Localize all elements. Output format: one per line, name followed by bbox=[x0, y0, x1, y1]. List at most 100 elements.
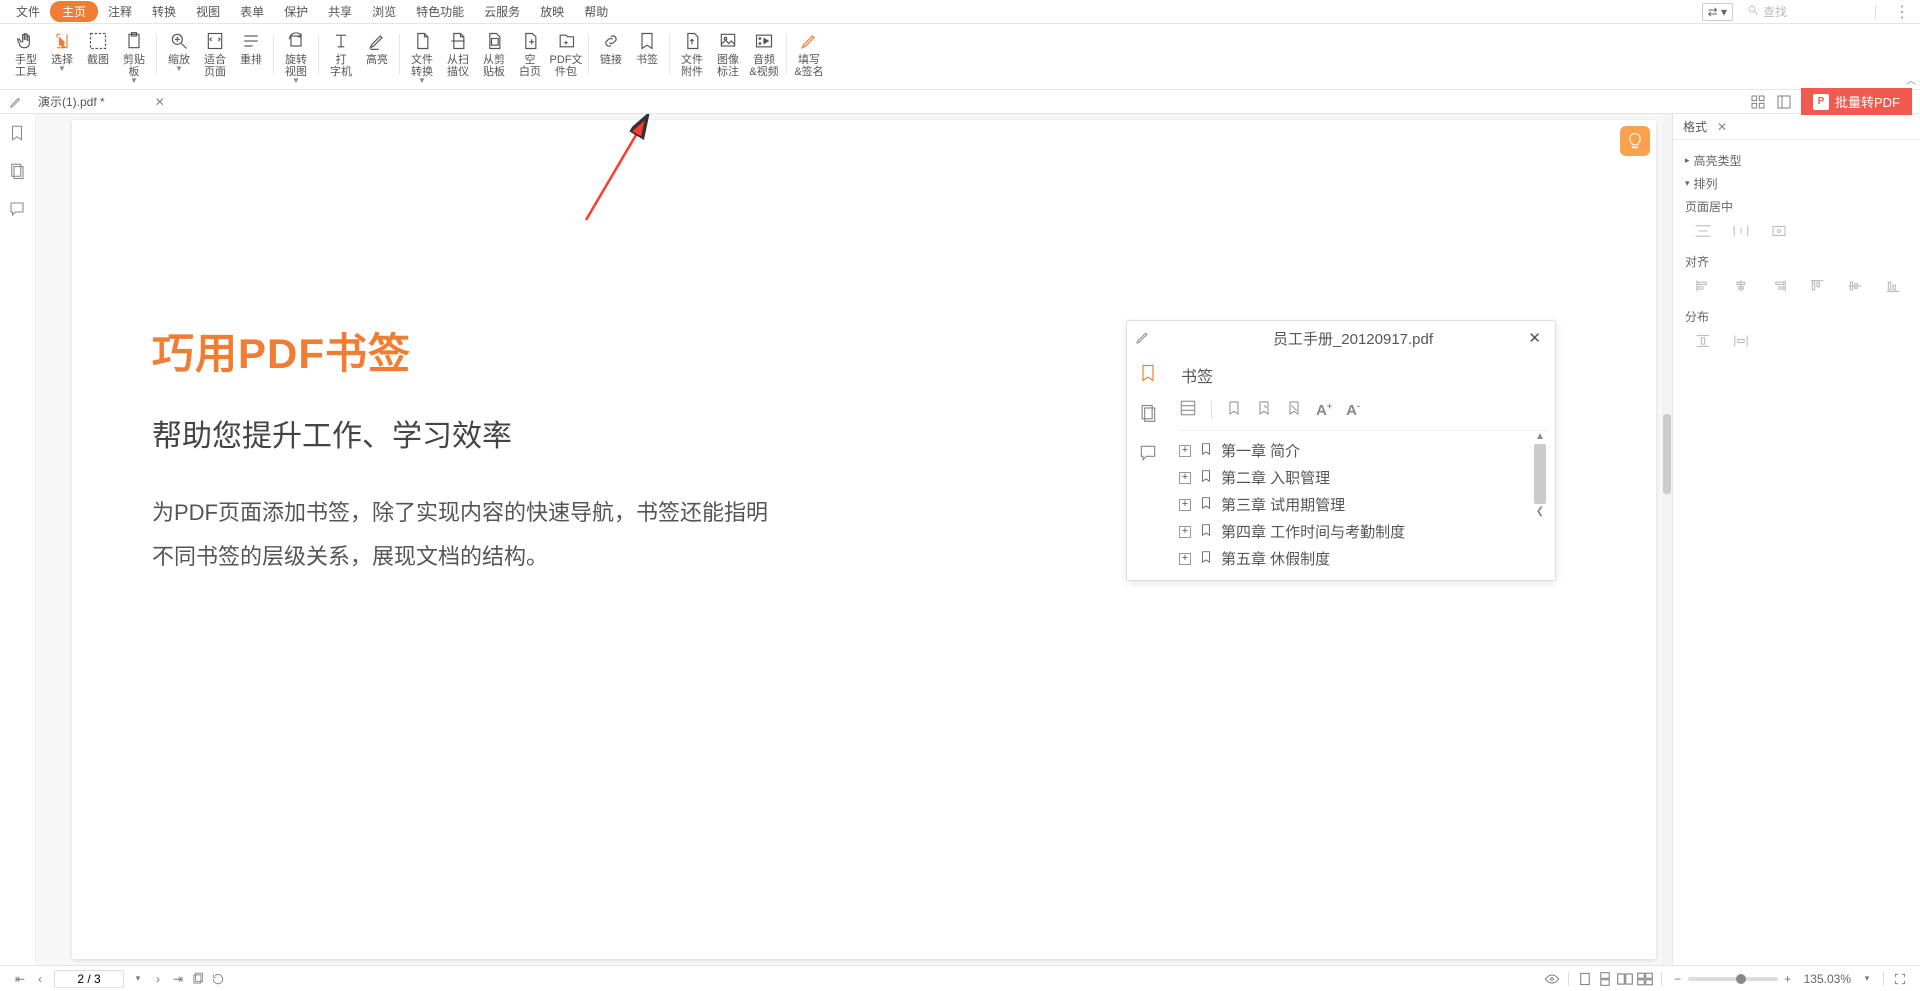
zoom-dropdown-icon[interactable]: ▾ bbox=[1857, 969, 1877, 989]
help-bulb-icon[interactable] bbox=[1620, 126, 1650, 156]
grid-view-icon[interactable] bbox=[1749, 93, 1767, 111]
menu-slideshow[interactable]: 放映 bbox=[530, 0, 574, 23]
reflow-icon bbox=[240, 30, 262, 52]
menu-cloud[interactable]: 云服务 bbox=[474, 0, 530, 23]
ribbon-collapse-icon[interactable]: ︿ bbox=[1906, 72, 1916, 87]
pdf-portfolio-button[interactable]: PDF文 件包 bbox=[548, 28, 584, 80]
clipboard-button[interactable]: 剪贴 板▼ bbox=[116, 28, 152, 87]
menu-convert[interactable]: 转换 bbox=[142, 0, 186, 23]
comments-rail-icon[interactable] bbox=[8, 200, 28, 220]
from-scanner-button[interactable]: 从扫 描仪 bbox=[440, 28, 476, 80]
fit-page-button[interactable]: 适合 页面 bbox=[197, 28, 233, 80]
two-continuous-icon[interactable] bbox=[1635, 969, 1655, 989]
clipboard-icon bbox=[123, 30, 145, 52]
align-middle-icon[interactable] bbox=[1845, 278, 1865, 294]
bookmark-rail-icon[interactable] bbox=[8, 124, 28, 144]
switch-icon[interactable]: ⇄ ▾ bbox=[1702, 3, 1733, 21]
rotate-view-button[interactable]: 旋转 视图▼ bbox=[278, 28, 314, 87]
image-annot-button[interactable]: 图像 标注 bbox=[710, 28, 746, 80]
arrange-label: 排列 bbox=[1694, 175, 1718, 192]
highlight-type-header[interactable]: ▸高亮类型 bbox=[1685, 152, 1908, 169]
from-clipboard-button[interactable]: 从剪 贴板 bbox=[476, 28, 512, 80]
file-convert-icon bbox=[411, 30, 433, 52]
image-annot-label: 图像 标注 bbox=[717, 54, 739, 78]
prev-page-icon[interactable]: ‹ bbox=[30, 969, 50, 989]
right-panel-close-icon[interactable]: ✕ bbox=[1717, 120, 1727, 134]
align-center-icon[interactable] bbox=[1731, 278, 1751, 294]
zoom-out-icon[interactable]: − bbox=[1668, 969, 1688, 989]
typewriter-label: 打 字机 bbox=[330, 54, 352, 78]
font-inc-icon: A+ bbox=[1316, 401, 1332, 419]
zoom-button[interactable]: 缩放▼ bbox=[161, 28, 197, 75]
fill-sign-button[interactable]: 填写 &签名 bbox=[791, 28, 827, 80]
last-page-icon[interactable]: ⇥ bbox=[168, 969, 188, 989]
highlight-button[interactable]: 高亮 bbox=[359, 28, 395, 68]
arrange-header[interactable]: ▾排列 bbox=[1685, 175, 1908, 192]
menu-browse[interactable]: 浏览 bbox=[362, 0, 406, 23]
bookmark-button[interactable]: 书签 bbox=[629, 28, 665, 68]
link-button[interactable]: 链接 bbox=[593, 28, 629, 68]
align-bottom-icon[interactable] bbox=[1883, 278, 1903, 294]
first-page-icon[interactable]: ⇤ bbox=[10, 969, 30, 989]
file-attachment-button[interactable]: 文件 附件 bbox=[674, 28, 710, 80]
menu-help[interactable]: 帮助 bbox=[574, 0, 618, 23]
document-tab[interactable]: 演示(1).pdf * ✕ bbox=[28, 91, 175, 113]
center-v-icon[interactable] bbox=[1731, 223, 1751, 239]
menu-share[interactable]: 共享 bbox=[318, 0, 362, 23]
rotate-icon[interactable] bbox=[208, 969, 228, 989]
dropdown-icon: ▼ bbox=[130, 76, 138, 85]
menu-view[interactable]: 视图 bbox=[186, 0, 230, 23]
right-panel-tab[interactable]: 格式 ✕ bbox=[1673, 114, 1920, 140]
page-input[interactable] bbox=[54, 970, 124, 988]
more-icon[interactable]: ⋮ bbox=[1890, 2, 1914, 22]
center-both-icon[interactable] bbox=[1769, 223, 1789, 239]
blank-page-button[interactable]: 空 白页 bbox=[512, 28, 548, 80]
bookmark-icon bbox=[1199, 442, 1213, 460]
search-box[interactable]: 查找 bbox=[1741, 1, 1861, 22]
embedded-panel-title: 书签 bbox=[1181, 363, 1547, 387]
page-dropdown-icon[interactable]: ▾ bbox=[128, 969, 148, 989]
center-label: 页面居中 bbox=[1685, 198, 1908, 215]
single-page-icon[interactable] bbox=[1575, 969, 1595, 989]
align-top-icon[interactable] bbox=[1807, 278, 1827, 294]
audio-video-button[interactable]: 音频 &视频 bbox=[746, 28, 782, 80]
screenshot-button[interactable]: 截图 bbox=[80, 28, 116, 68]
bookmark-add-icon bbox=[1226, 400, 1242, 419]
menu-home[interactable]: 主页 bbox=[50, 1, 98, 22]
rotate-view-label: 旋转 视图 bbox=[285, 54, 307, 78]
bookmark-label: 书签 bbox=[636, 54, 658, 66]
batch-convert-button[interactable]: P 批量转PDF bbox=[1801, 88, 1912, 115]
menu-form[interactable]: 表单 bbox=[230, 0, 274, 23]
tab-close-icon[interactable]: ✕ bbox=[155, 95, 165, 109]
menu-annotate[interactable]: 注释 bbox=[98, 0, 142, 23]
center-h-icon[interactable] bbox=[1693, 223, 1713, 239]
distribute-h-icon[interactable] bbox=[1693, 333, 1713, 349]
menu-protect[interactable]: 保护 bbox=[274, 0, 318, 23]
eye-icon[interactable] bbox=[1542, 969, 1562, 989]
continuous-icon[interactable] bbox=[1595, 969, 1615, 989]
canvas[interactable]: 巧用PDF书签 帮助您提升工作、学习效率 为PDF页面添加书签，除了实现内容的快… bbox=[36, 114, 1662, 965]
pages-rail-icon[interactable] bbox=[8, 162, 28, 182]
file-convert-button[interactable]: 文件 转换▼ bbox=[404, 28, 440, 87]
embedded-pages-icon bbox=[1138, 403, 1160, 425]
typewriter-button[interactable]: 打 字机 bbox=[323, 28, 359, 80]
sidebar-view-icon[interactable] bbox=[1775, 93, 1793, 111]
main-area: 巧用PDF书签 帮助您提升工作、学习效率 为PDF页面添加书签，除了实现内容的快… bbox=[0, 114, 1920, 965]
bookmark-label: 第一章 简介 bbox=[1221, 440, 1300, 461]
menu-file[interactable]: 文件 bbox=[6, 0, 50, 23]
align-left-icon[interactable] bbox=[1693, 278, 1713, 294]
edit-icon[interactable] bbox=[4, 95, 28, 109]
align-right-icon[interactable] bbox=[1769, 278, 1789, 294]
hand-tool-button[interactable]: 手型 工具 bbox=[8, 28, 44, 80]
reflow-button[interactable]: 重排 bbox=[233, 28, 269, 68]
fullscreen-icon[interactable] bbox=[1890, 969, 1910, 989]
next-page-icon[interactable]: › bbox=[148, 969, 168, 989]
zoom-in-icon[interactable]: + bbox=[1778, 969, 1798, 989]
copy-icon[interactable] bbox=[188, 969, 208, 989]
two-page-icon[interactable] bbox=[1615, 969, 1635, 989]
distribute-v-icon[interactable] bbox=[1731, 333, 1751, 349]
zoom-slider[interactable] bbox=[1688, 977, 1778, 981]
canvas-scrollbar[interactable] bbox=[1662, 114, 1672, 965]
menu-feature[interactable]: 特色功能 bbox=[406, 0, 474, 23]
select-tool-button[interactable]: 选择▼ bbox=[44, 28, 80, 75]
